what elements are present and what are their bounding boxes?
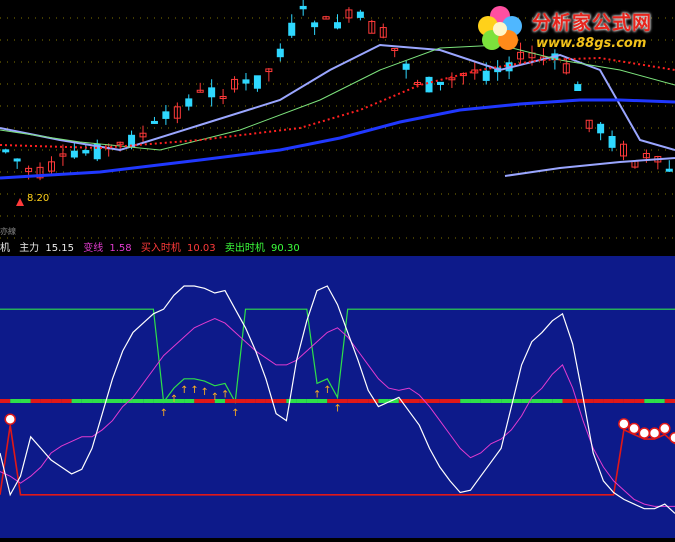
indicator-main-label: 主力 [19,243,40,254]
candle-body [2,149,10,153]
candle-body [574,84,582,91]
candle-body [299,5,307,10]
candle-body [334,22,341,29]
indicator-value-bar: 机 主力 15.15 变线 1.58 买入时机 10.03 卖出时机 90.30 [0,242,675,256]
candle-body [150,120,158,124]
ma-dotted-line [0,56,675,150]
candle-body [13,158,21,162]
buy-signal-icon [638,427,651,439]
candle-body [253,75,261,89]
sell-signal-icon: ↑ [334,403,342,414]
sell-signal-icon: ↑ [160,408,168,419]
site-watermark: 分析家公式网 www.88gs.com [470,2,675,54]
buy-timing-line [0,425,675,496]
candle-body [597,123,605,134]
price-candlestick-pane[interactable]: 8.20 亦線 分析家公式网 www.88gs.com [0,0,675,242]
sell-signal-icon: ↑ [231,408,239,419]
watermark-site-name: 分析家公式网 [532,12,653,34]
indicator-main: 主力 15.15 [19,243,77,254]
candle-body [276,48,284,58]
watermark-url: www.88gs.com [536,36,647,51]
buy-signal-icon [648,427,661,439]
candle-body [185,98,193,107]
sell-signal-icon: ↑ [201,387,209,398]
candle-body [436,81,444,85]
candle-body [665,168,673,172]
sell-signal-icon: ↑ [221,389,229,400]
sell-timing-line [0,308,675,404]
indicator-buy-label: 买入时机 [140,243,181,254]
candle-body [162,111,170,119]
candle-body [82,150,90,154]
indicator-main-value: 15.15 [45,243,75,254]
buy-signal-icon [628,422,640,435]
sell-signal-icon: ↑ [180,385,188,396]
indicator-sell: 卖出时机 90.30 [225,243,300,254]
candle-body [425,76,433,93]
low-price-arrow-icon [16,198,24,206]
candle-body [70,150,78,158]
indicator-sell-label: 卖出时机 [224,243,265,254]
indicator-label-ji: 机 [0,243,10,254]
sell-signal-icon: ↑ [190,385,198,396]
candle-body [608,135,616,148]
candle-body [402,63,410,70]
buy-signal-icon [618,418,630,430]
indicator-change-label: 变线 [83,243,104,254]
left-edge-label: 亦線 [0,226,16,236]
ma-tail-line [504,157,675,177]
sell-signal-icon: ↑ [170,394,178,405]
indicator-change-value: 1.58 [109,243,132,254]
candle-body [356,11,364,18]
candle-body [208,87,216,98]
indicator-buy: 买入时机 10.03 [141,243,219,254]
sell-signal-icon: ↑ [211,392,219,403]
candle-body [242,79,250,84]
buy-signal-icon [4,413,16,425]
candle-body [288,22,296,36]
sell-signal-icon: ↑ [323,385,331,396]
indicator-sell-value: 90.30 [271,243,300,254]
candle-body [311,22,319,28]
indicator-change: 变线 1.58 [83,243,135,254]
buy-signal-icon [659,422,671,435]
flower-logo-icon [478,6,522,50]
ma-short-line [0,43,675,152]
sell-signal-icon: ↑ [313,389,321,400]
low-price-label: 8.20 [27,193,49,204]
indicator-chart-svg: ↑↑↑ ↑ ↑ ↑ ↑↑↑ ↑↑ [0,285,675,514]
candle-body [482,70,490,81]
indicator-buy-value: 10.03 [187,243,216,254]
chart-window: 8.20 亦線 分析家公式网 www.88gs.com 机 主力 15.15 变线… [0,0,675,538]
buy-signal-icon [669,432,675,444]
indicator-pane[interactable]: ↑ ↑ ↑ ↑ ↑ ↑ ↑ ↑ ↑ ↑ ↑ [0,256,675,538]
